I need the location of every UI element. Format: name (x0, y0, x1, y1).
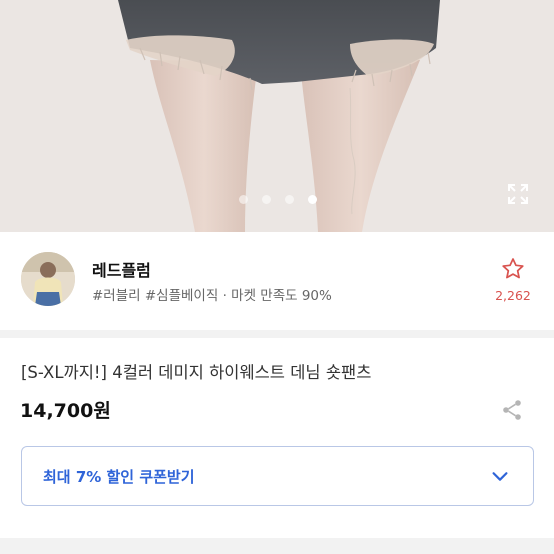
expand-icon[interactable] (506, 182, 530, 206)
product-price: 14,700원 (20, 400, 111, 422)
favorite-count: 2,262 (495, 288, 531, 303)
chevron-down-icon (489, 465, 511, 487)
favorite-button[interactable]: 2,262 (488, 256, 538, 303)
shop-avatar[interactable] (21, 252, 75, 306)
section-divider-bottom (0, 538, 554, 554)
gallery-dot[interactable] (239, 195, 248, 204)
gallery-dot[interactable] (285, 195, 294, 204)
product-image-gallery[interactable] (0, 0, 554, 232)
gallery-pagination (0, 195, 554, 207)
shop-name[interactable]: 레드플럼 (92, 257, 151, 281)
coupon-button[interactable]: 최대 7% 할인 쿠폰받기 (21, 446, 534, 506)
gallery-dot-active[interactable] (308, 195, 317, 204)
section-divider (0, 330, 554, 338)
gallery-dot[interactable] (262, 195, 271, 204)
shop-info-row[interactable]: 레드플럼 #러블리 #심플베이직 · 마켓 만족도 90% 2,262 (0, 232, 554, 330)
product-title: [S-XL까지!] 4컬러 데미지 하이웨스트 데님 숏팬츠 (21, 363, 372, 382)
star-outline-icon (500, 258, 526, 286)
coupon-label: 최대 7% 할인 쿠폰받기 (43, 468, 195, 486)
share-icon[interactable] (500, 398, 524, 422)
shop-tags-and-rating: #러블리 #심플베이직 · 마켓 만족도 90% (92, 288, 332, 304)
